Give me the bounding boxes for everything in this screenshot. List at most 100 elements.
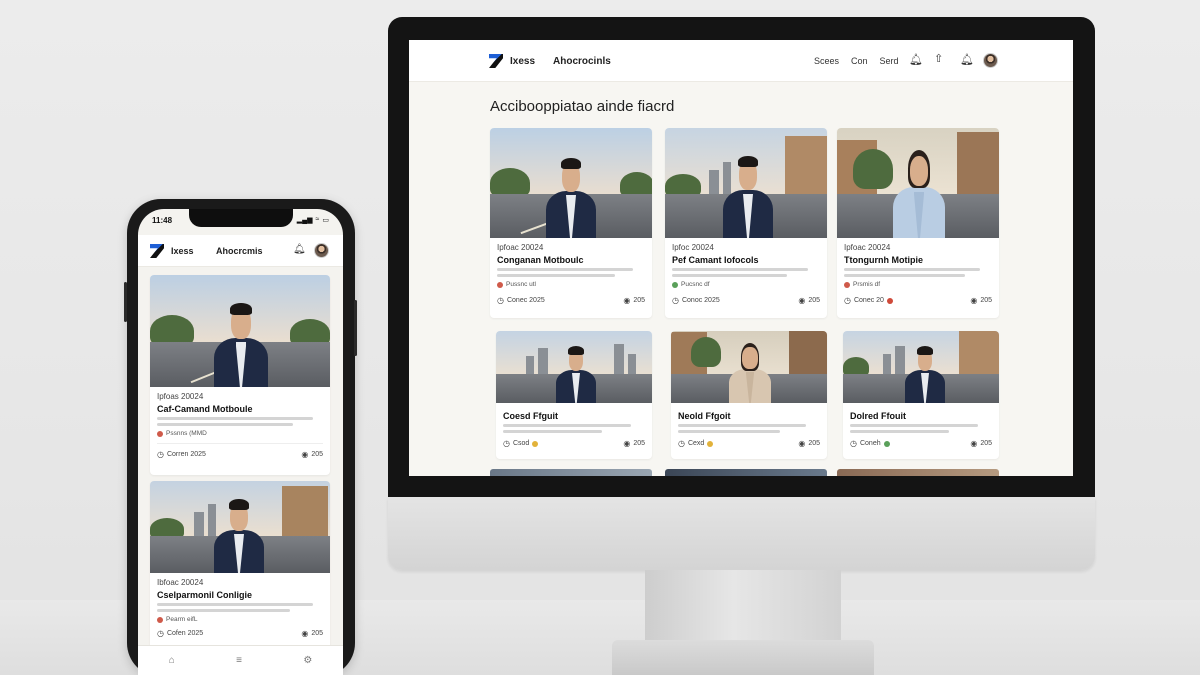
- article-card[interactable]: Ibfoac 20024 Cselparmonil Conligie Pearm…: [150, 481, 330, 651]
- eye-icon: ◉: [798, 439, 806, 448]
- tag-dot-icon: [157, 430, 163, 437]
- tag-dot-icon: [157, 616, 163, 623]
- monitor-chin: [388, 497, 1095, 570]
- card-tags: Prsmis df: [844, 281, 992, 288]
- alert-dot-icon: [886, 297, 893, 304]
- card-title[interactable]: Cselparmonil Conligie: [157, 590, 323, 600]
- card-photo-peek: [665, 469, 827, 476]
- card-description-line: [157, 603, 314, 606]
- card-photo: [150, 275, 330, 387]
- card-description-line: [678, 430, 781, 433]
- share-icon[interactable]: ⇧: [934, 54, 943, 65]
- card-description-line: [844, 274, 966, 277]
- tag-dot-icon: [844, 281, 850, 288]
- tag-dot-icon: [497, 281, 503, 288]
- settings-icon[interactable]: ⚙: [303, 655, 312, 666]
- card-meta-left: Conoc 2025: [681, 297, 720, 304]
- card-meta-left: Csod: [512, 440, 530, 447]
- card-meta-left: Coneh: [859, 440, 881, 447]
- menu-icon[interactable]: ≡: [236, 655, 242, 666]
- phone-side-button: [354, 300, 357, 356]
- card-photo: [496, 331, 652, 403]
- card-description-line: [672, 268, 809, 271]
- card-title[interactable]: Neold Ffgoit: [678, 411, 820, 421]
- article-card[interactable]: Ipfoac 20024 Ttongurnh Motipie Prsmis df…: [837, 128, 999, 318]
- desktop-screen: Ixess Ahocrocinls Scees Con Serd 🔔︎ ⇧ 🔔︎…: [409, 40, 1073, 476]
- card-title[interactable]: Coesd Ffguit: [503, 411, 645, 421]
- card-tag-text: Pssnns (MMD: [166, 430, 207, 437]
- card-description-line: [844, 268, 981, 271]
- logo-icon[interactable]: [489, 54, 503, 68]
- card-title[interactable]: Caf-Camand Motboule: [157, 404, 323, 414]
- card-description-line: [850, 424, 978, 427]
- nav-link-2[interactable]: Con: [851, 56, 868, 66]
- card-description-line: [850, 430, 950, 433]
- wifi-icon: ≈: [315, 216, 320, 223]
- card-title[interactable]: Dolred Ffouit: [850, 411, 992, 421]
- card-footer: ◷ Coneh ◉ 205: [850, 439, 992, 448]
- bell-icon[interactable]: 🔔︎: [909, 55, 923, 66]
- article-card[interactable]: Ipfoc 20024 Pef Camant Iofocols Pucsnc d…: [665, 128, 827, 318]
- tag-dot-icon: [883, 440, 890, 447]
- article-card[interactable]: Ipfoac 20024 Conganan Motboulc Pussnc ut…: [490, 128, 652, 318]
- card-meta-left: Cexd: [687, 440, 705, 447]
- card-title[interactable]: Pef Camant Iofocols: [672, 255, 820, 265]
- home-icon[interactable]: ⌂: [169, 655, 175, 666]
- clock-icon: ◷: [157, 629, 164, 638]
- card-meta-right: 205: [980, 297, 992, 304]
- card-meta-right: 205: [808, 297, 820, 304]
- article-card[interactable]: Dolred Ffouit ◷ Coneh ◉ 205: [843, 331, 999, 459]
- clock-icon: ◷: [497, 296, 504, 305]
- tag-dot-icon: [532, 440, 539, 447]
- clock-icon: ◷: [678, 439, 685, 448]
- card-date: Ipfoc 20024: [672, 243, 714, 252]
- card-description-line: [157, 417, 314, 420]
- card-tags: Pearm eifL: [157, 616, 323, 623]
- monitor-stand-foot: [612, 640, 874, 675]
- avatar[interactable]: [983, 53, 998, 68]
- eye-icon: ◉: [301, 450, 309, 459]
- tag-dot-icon: [707, 440, 714, 447]
- card-description-line: [678, 424, 806, 427]
- card-description-line: [503, 430, 603, 433]
- card-tag-text: Pearm eifL: [166, 616, 198, 623]
- card-meta-left: Corren 2025: [166, 451, 206, 458]
- notification-bell-icon[interactable]: 🔔︎: [960, 55, 974, 66]
- desktop-header: Ixess Ahocrocinls Scees Con Serd 🔔︎ ⇧ 🔔︎: [409, 40, 1073, 82]
- card-title[interactable]: Ttongurnh Motipie: [844, 255, 992, 265]
- article-card[interactable]: Ipfoas 20024 Caf-Camand Motboule Pssnns …: [150, 275, 330, 475]
- phone-side-button: [124, 282, 127, 322]
- card-photo-peek: [490, 469, 652, 476]
- clock-icon: ◷: [157, 450, 164, 459]
- card-date: Ipfoac 20024: [844, 243, 891, 252]
- card-description-line: [157, 423, 294, 426]
- nav-link-1[interactable]: Scees: [814, 56, 839, 66]
- brand-name[interactable]: Ixess: [171, 246, 194, 256]
- brand-name[interactable]: Ixess: [510, 56, 535, 67]
- card-tags: Pucsnc df: [672, 281, 820, 288]
- article-card[interactable]: Neold Ffgoit ◷ Cexd ◉ 205: [671, 331, 827, 459]
- article-card[interactable]: Coesd Ffguit ◷ Csod ◉ 205: [496, 331, 652, 459]
- status-icons: ▂▄▆ ≈ ▭: [297, 216, 329, 224]
- card-date: Ipfoas 20024: [157, 392, 204, 401]
- clock-icon: ◷: [503, 439, 510, 448]
- card-photo: [150, 481, 330, 573]
- card-date: Ibfoac 20024: [157, 578, 204, 587]
- signal-icon: ▂▄▆: [296, 217, 313, 224]
- nav-primary-link[interactable]: Ahocrocinls: [553, 56, 611, 67]
- card-tags: Pssnns (MMD: [157, 430, 323, 437]
- card-tag-text: Pucsnc df: [681, 281, 710, 288]
- nav-primary-link[interactable]: Ahocrcmis: [216, 246, 263, 256]
- logo-icon[interactable]: [150, 244, 164, 258]
- card-footer: ◷ Conec 20 ◉ 205: [844, 296, 992, 305]
- card-title[interactable]: Conganan Motboulc: [497, 255, 645, 265]
- card-photo-peek: [837, 469, 999, 476]
- card-description-line: [157, 609, 290, 612]
- card-meta-left: Conec 20: [853, 297, 884, 304]
- nav-link-3[interactable]: Serd: [880, 56, 899, 66]
- bell-icon[interactable]: 🔔︎: [293, 245, 306, 255]
- card-meta-right: 205: [633, 297, 645, 304]
- card-footer: ◷ Csod ◉ 205: [503, 439, 645, 448]
- card-meta-left: Conec 2025: [506, 297, 545, 304]
- avatar[interactable]: [314, 243, 329, 258]
